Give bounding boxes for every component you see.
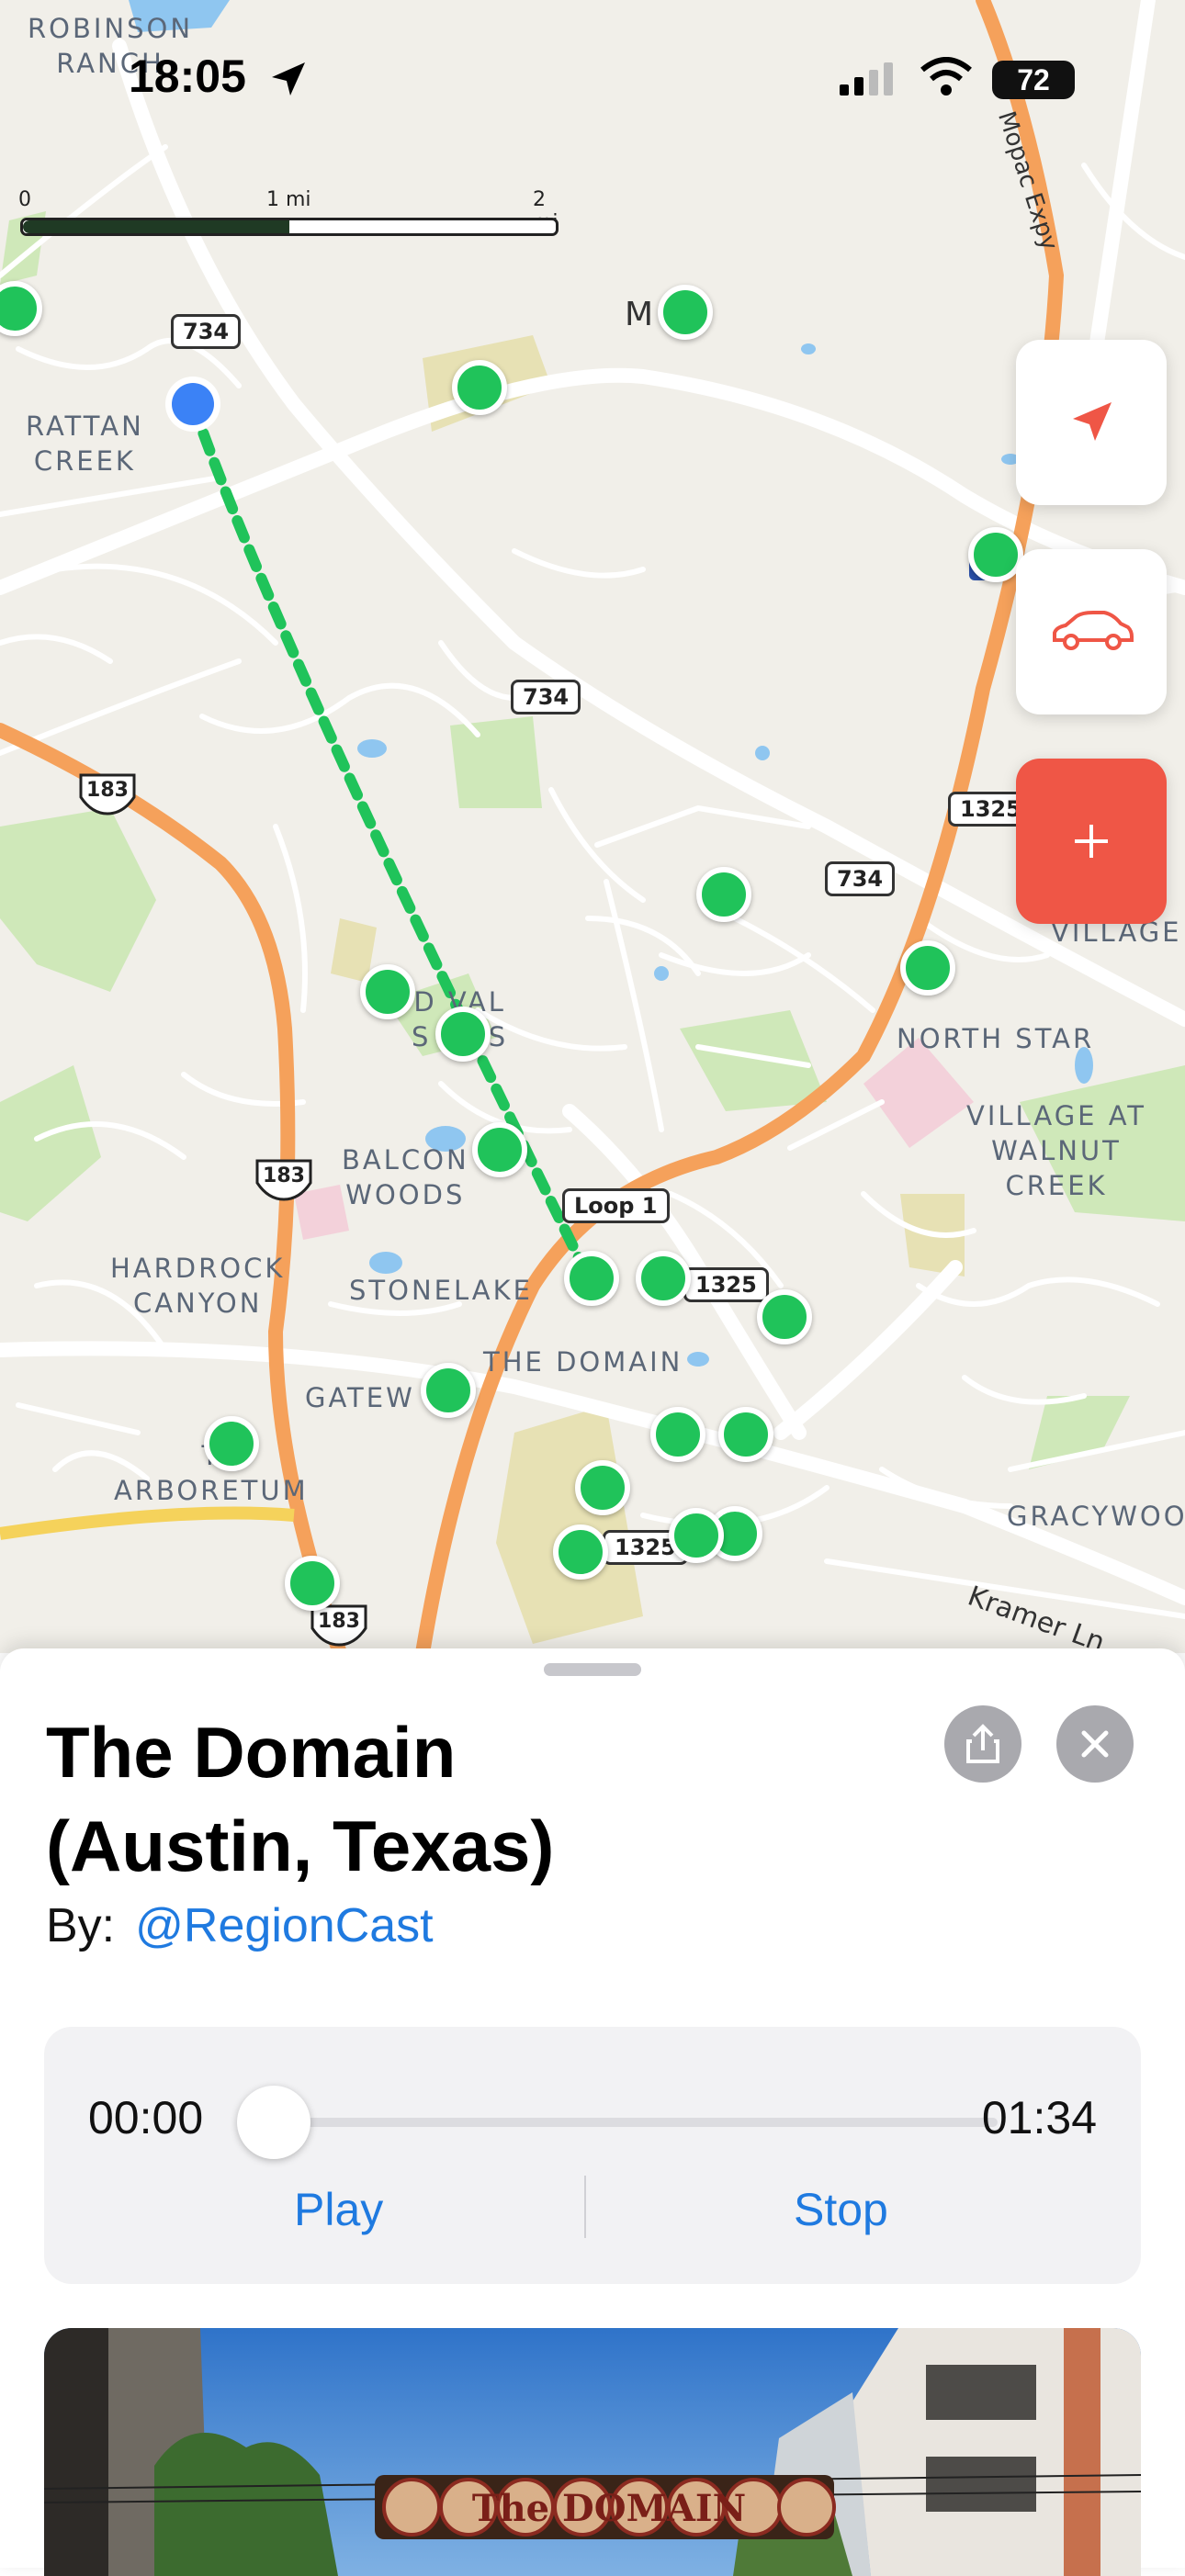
audio-player: 00:00 01:34 Play Stop xyxy=(44,2027,1141,2284)
map-pin[interactable] xyxy=(757,1289,812,1344)
details-sheet[interactable]: The Domain (Austin, Texas) By: @RegionCas… xyxy=(0,1648,1185,2576)
location-photo: The DOMAIN xyxy=(44,2328,1141,2576)
map-view[interactable]: ROBINSON RANCH RATTAN CREEK D VAL S NGS … xyxy=(0,0,1185,1653)
add-button[interactable] xyxy=(1016,759,1167,924)
progress-track[interactable] xyxy=(296,2118,998,2127)
button-divider xyxy=(584,2176,586,2238)
map-pin[interactable] xyxy=(636,1251,691,1306)
map-pin[interactable] xyxy=(204,1416,259,1471)
route-shield: 734 xyxy=(511,680,581,714)
status-bar: 18:05 72 xyxy=(0,0,1185,129)
battery-indicator: 72 xyxy=(992,61,1075,99)
sheet-title: The Domain (Austin, Texas) xyxy=(46,1712,555,1886)
scale-label: 0 xyxy=(18,188,31,211)
map-pin[interactable] xyxy=(553,1524,608,1580)
map-pin[interactable] xyxy=(564,1251,619,1306)
map-pin[interactable] xyxy=(718,1407,773,1462)
us-highway-shield: 183 xyxy=(77,771,138,816)
sheet-grabber[interactable] xyxy=(544,1663,641,1676)
map-pin[interactable] xyxy=(285,1556,340,1611)
close-icon xyxy=(1081,1730,1109,1758)
scale-bar xyxy=(20,218,559,236)
play-button[interactable]: Play xyxy=(294,2183,383,2236)
route-shield: Loop 1 xyxy=(562,1188,670,1223)
status-time: 18:05 xyxy=(129,51,246,102)
map-pin[interactable] xyxy=(452,360,507,415)
share-button[interactable] xyxy=(944,1705,1021,1783)
car-icon xyxy=(1053,611,1134,650)
map-pin[interactable] xyxy=(575,1460,630,1515)
us-highway-shield: 183 xyxy=(254,1157,314,1201)
duration: 01:34 xyxy=(981,2092,1097,2143)
map-pin[interactable] xyxy=(900,940,955,996)
place-label: GATEW xyxy=(305,1382,415,1413)
map-pin[interactable] xyxy=(658,285,713,340)
plus-icon xyxy=(1075,825,1108,858)
place-label: THE DOMAIN xyxy=(483,1346,683,1378)
map-pin[interactable] xyxy=(360,964,415,1019)
stop-button[interactable]: Stop xyxy=(794,2183,888,2236)
place-label: HARDROCK CANYON xyxy=(110,1253,286,1319)
driving-mode-button[interactable] xyxy=(1016,549,1167,714)
map-pin[interactable] xyxy=(669,1508,724,1563)
place-label: RATTAN CREEK xyxy=(26,411,144,477)
route-shield: 734 xyxy=(171,314,242,349)
map-pin[interactable] xyxy=(650,1407,705,1462)
route-shield: 734 xyxy=(825,861,896,896)
by-label: By: xyxy=(46,1899,116,1952)
map-pin[interactable] xyxy=(435,1007,491,1062)
share-icon xyxy=(966,1724,999,1763)
map-pin[interactable] xyxy=(472,1122,527,1177)
wifi-icon xyxy=(920,57,972,96)
battery-level: 72 xyxy=(1017,63,1050,96)
map-pin[interactable] xyxy=(696,867,751,922)
cellular-signal-icon xyxy=(840,62,893,96)
map-pin[interactable] xyxy=(421,1363,476,1418)
place-label: NORTH STAR xyxy=(897,1023,1095,1054)
place-label: STONELAKE xyxy=(349,1275,533,1306)
place-label: VILLAGE AT WALNUT CREEK xyxy=(966,1100,1147,1201)
map-base xyxy=(0,0,1185,1653)
place-label: GRACYWOO xyxy=(1007,1501,1185,1532)
scale-label: 1 mi xyxy=(266,188,311,211)
locate-button[interactable] xyxy=(1016,340,1167,505)
close-button[interactable] xyxy=(1056,1705,1134,1783)
map-pin[interactable] xyxy=(968,527,1023,582)
location-arrow-icon xyxy=(1073,402,1112,441)
location-services-icon xyxy=(272,62,305,96)
current-time: 00:00 xyxy=(88,2092,204,2143)
author-link[interactable]: @RegionCast xyxy=(135,1899,434,1952)
byline: By: @RegionCast xyxy=(46,1898,434,1953)
progress-slider-thumb[interactable] xyxy=(237,2086,310,2159)
route-shield: 1325 xyxy=(683,1267,769,1302)
place-label: BALCON WOODS xyxy=(342,1144,469,1210)
photo-sign-text: The DOMAIN xyxy=(472,2487,746,2530)
